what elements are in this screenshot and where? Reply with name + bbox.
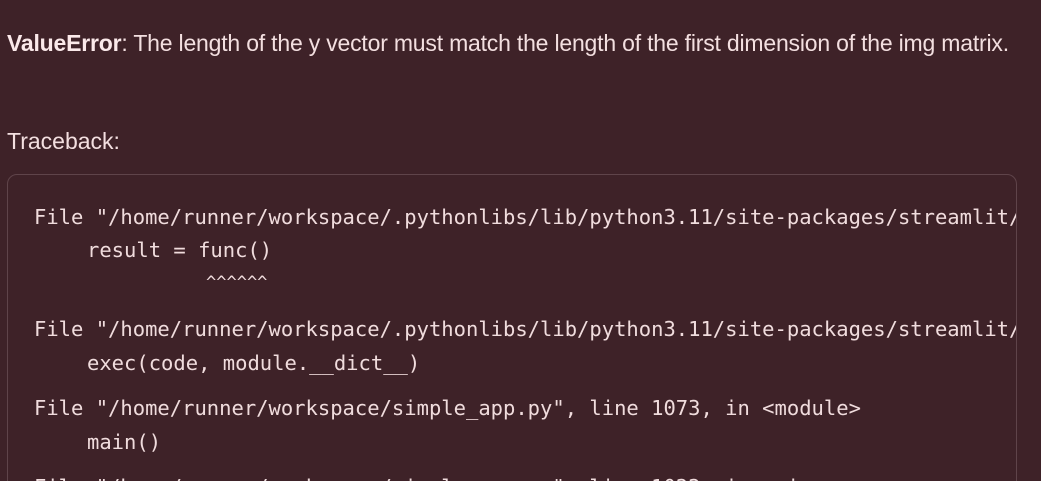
error-text: The length of the y vector must match th… [133, 30, 1009, 56]
traceback-label: Traceback: [7, 128, 120, 154]
error-message: ValueError: The length of the y vector m… [7, 24, 1027, 62]
traceback-code-block[interactable]: File "/home/runner/workspace/.pythonlibs… [7, 174, 1017, 481]
traceback-file-line: File "/home/runner/workspace/.pythonlibs… [34, 317, 1016, 341]
traceback-file-line: File "/home/runner/workspace/simple_app.… [34, 396, 861, 420]
error-separator: : [121, 30, 134, 56]
traceback-file-line: File "/home/runner/workspace/.pythonlibs… [34, 205, 1017, 229]
traceback-code-line: main() [87, 430, 162, 454]
traceback-caret-line: ^^^^^^ [206, 273, 268, 293]
traceback-code-line: result = func() [87, 238, 273, 262]
traceback-file-line: File "/home/runner/workspace/simple_app.… [34, 472, 812, 481]
error-type: ValueError [7, 30, 122, 56]
traceback-code-line: exec(code, module.__dict__) [87, 351, 421, 375]
